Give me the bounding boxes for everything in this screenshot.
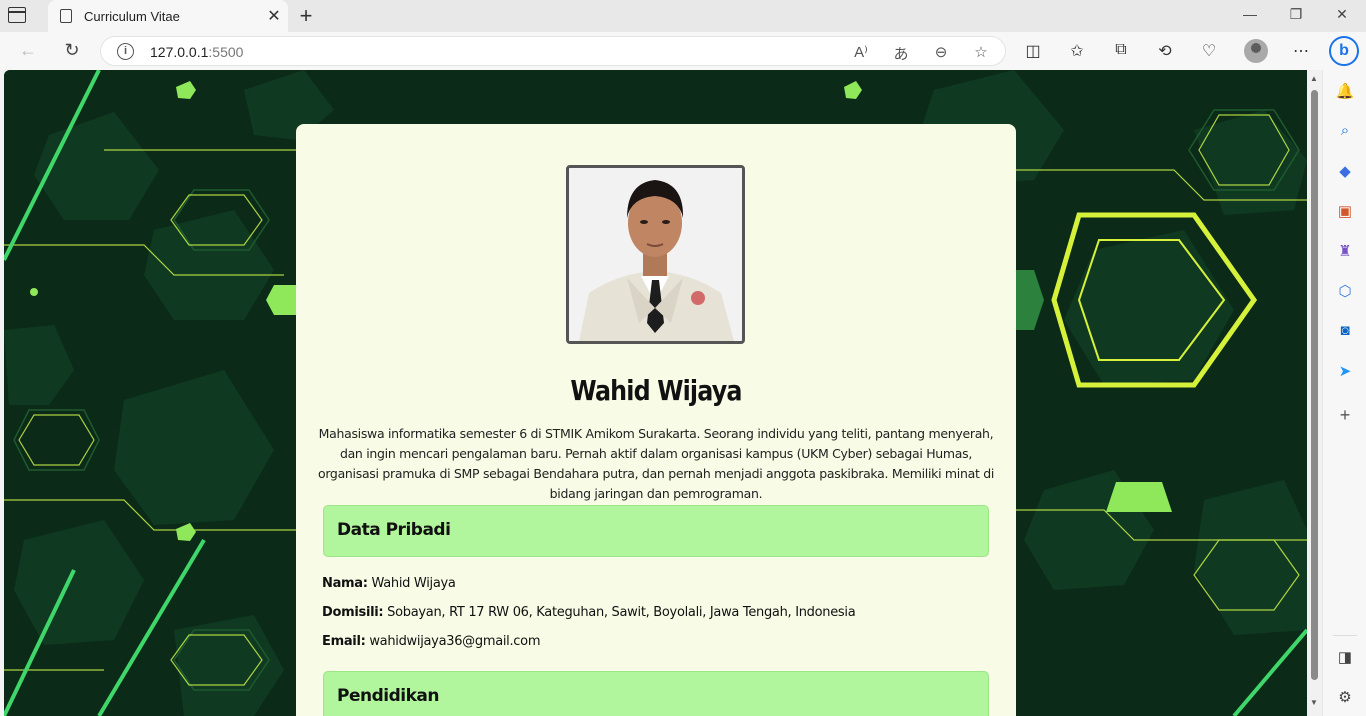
domisili-row: Domisili: Sobayan, RT 17 RW 06, Kateguha…	[322, 605, 856, 620]
profile-photo	[566, 165, 745, 344]
section-title: Pendidikan	[337, 686, 439, 706]
email-row: Email: wahidwijaya36@gmail.com	[322, 634, 540, 649]
navigation-bar: ← ↻ i 127.0.0.1:5500 A⁾ あ ⊖ ☆ ◫ ✩ ⧉ ⟲ ♡ …	[0, 32, 1366, 70]
sidebar-divider	[1333, 635, 1357, 636]
section-title: Data Pribadi	[337, 520, 451, 540]
page-viewport: Wahid Wijaya Mahasiswa informatika semes…	[4, 70, 1307, 716]
outlook-icon[interactable]: ◙	[1335, 322, 1355, 342]
domisili-label: Domisili:	[322, 605, 384, 620]
tab-title: Curriculum Vitae	[84, 8, 180, 24]
drop-send-icon[interactable]: ➤	[1335, 362, 1355, 382]
domisili-value: Sobayan, RT 17 RW 06, Kateguhan, Sawit, …	[383, 605, 856, 620]
refresh-icon[interactable]: ↻	[60, 40, 84, 62]
scroll-down-arrow-icon[interactable]: ▼	[1310, 698, 1318, 707]
restore-button[interactable]: ❐	[1276, 6, 1316, 23]
close-window-button[interactable]: ✕	[1322, 6, 1362, 23]
page-scrollbar[interactable]: ▲ ▼	[1307, 70, 1322, 716]
notifications-bell-icon[interactable]: 🔔	[1335, 82, 1355, 102]
cv-name: Wahid Wijaya	[570, 374, 742, 407]
tab-curriculum-vitae[interactable]: Curriculum Vitae ✕	[48, 0, 288, 32]
split-screen-icon[interactable]: ◫	[1022, 41, 1044, 61]
cv-card: Wahid Wijaya Mahasiswa informatika semes…	[296, 124, 1016, 716]
portrait-image	[569, 168, 742, 341]
microsoft-365-icon[interactable]: ⬡	[1335, 282, 1355, 302]
search-icon[interactable]: ⌕	[1335, 122, 1355, 142]
edge-sidebar: 🔔 ⌕ ◆ ▣ ♜ ⬡ ◙ ➤ + ◨ ⚙	[1322, 70, 1366, 716]
tab-actions-icon[interactable]	[8, 7, 26, 23]
games-chess-icon[interactable]: ♜	[1335, 242, 1355, 262]
nama-row: Nama: Wahid Wijaya	[322, 576, 456, 591]
section-data-pribadi: Data Pribadi	[323, 505, 989, 557]
settings-gear-icon[interactable]: ⚙	[1335, 688, 1355, 708]
favorite-star-icon[interactable]: ☆	[971, 43, 991, 61]
document-icon	[60, 9, 72, 23]
browser-essentials-icon[interactable]: ♡	[1198, 41, 1220, 61]
shopping-tag-icon[interactable]: ◆	[1335, 162, 1355, 182]
collections-icon[interactable]: ⧉	[1110, 41, 1132, 61]
close-tab-icon[interactable]: ✕	[260, 6, 288, 26]
email-value: wahidwijaya36@gmail.com	[365, 634, 541, 649]
favorites-icon[interactable]: ✩	[1066, 41, 1088, 61]
profile-avatar[interactable]	[1244, 39, 1268, 63]
more-menu-icon[interactable]: ⋯	[1290, 41, 1312, 61]
copilot-icon[interactable]: b	[1329, 36, 1359, 66]
history-icon[interactable]: ⟲	[1154, 41, 1176, 61]
read-aloud-icon[interactable]: A⁾	[851, 43, 871, 61]
translate-icon[interactable]: あ	[891, 43, 911, 64]
nama-value: Wahid Wijaya	[367, 576, 456, 591]
tab-bar: Curriculum Vitae ✕ + — ❐ ✕	[0, 0, 1366, 32]
scroll-thumb[interactable]	[1311, 90, 1318, 680]
email-label: Email:	[322, 634, 366, 649]
new-tab-button[interactable]: +	[294, 3, 318, 29]
section-pendidikan: Pendidikan	[323, 671, 989, 716]
url-text: 127.0.0.1:5500	[150, 44, 244, 60]
minimize-button[interactable]: —	[1230, 6, 1270, 22]
cv-bio: Mahasiswa informatika semester 6 di STMI…	[317, 426, 995, 501]
info-icon[interactable]: i	[117, 43, 134, 60]
back-icon[interactable]: ←	[16, 40, 40, 62]
nama-label: Nama:	[322, 576, 368, 591]
hide-sidebar-icon[interactable]: ◨	[1335, 648, 1355, 668]
address-bar[interactable]: i 127.0.0.1:5500 A⁾ あ ⊖ ☆	[100, 36, 1006, 66]
tools-briefcase-icon[interactable]: ▣	[1335, 202, 1355, 222]
zoom-out-icon[interactable]: ⊖	[931, 43, 951, 61]
scroll-up-arrow-icon[interactable]: ▲	[1310, 74, 1318, 83]
add-sidebar-app-icon[interactable]: +	[1335, 405, 1355, 425]
